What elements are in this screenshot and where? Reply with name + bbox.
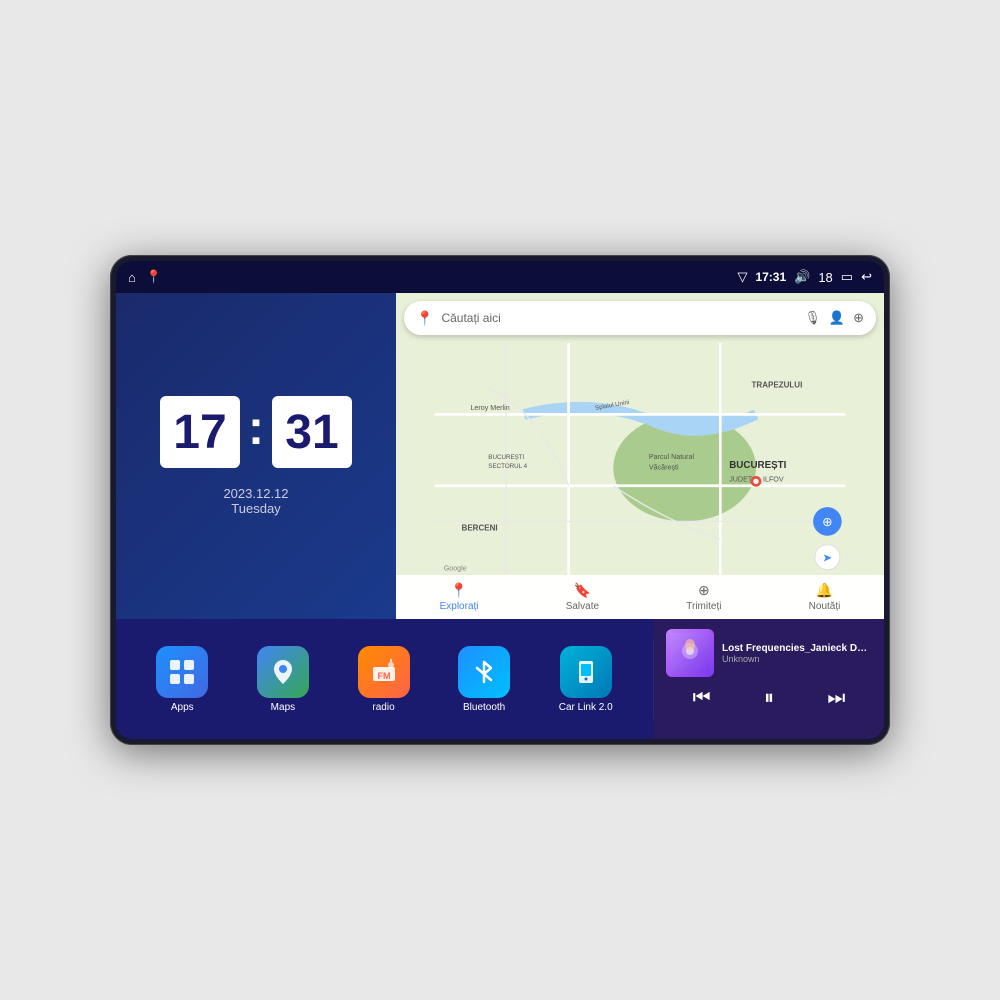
home-icon[interactable]: ⌂ (128, 270, 136, 285)
map-bottom-bar: 📍 Explorați 🔖 Salvate ⊕ Trimiteți 🔔 (396, 575, 884, 619)
svg-text:FM: FM (377, 671, 390, 681)
maps-nav-icon[interactable]: 📍 (146, 269, 162, 285)
svg-text:⊕: ⊕ (822, 515, 832, 529)
play-pause-button[interactable]: ⏸ (764, 687, 774, 710)
news-icon: 🔔 (816, 582, 833, 599)
maps-icon (257, 646, 309, 698)
music-thumbnail (666, 629, 714, 677)
clock-digits: 17 : 31 (160, 396, 352, 468)
app-icon-bluetooth[interactable]: Bluetooth (458, 646, 510, 713)
bluetooth-label: Bluetooth (463, 702, 505, 713)
status-time: 17:31 (755, 270, 786, 284)
maps-label: Maps (271, 702, 295, 713)
clock-separator: : (248, 405, 264, 453)
carlink-icon (560, 646, 612, 698)
clock-panel: 17 : 31 2023.12.12 Tuesday (116, 293, 396, 619)
device-frame: ⌂ 📍 ▽ 17:31 🔊 18 ▭ ↩ 17 : (110, 255, 890, 745)
map-svg: Parcul Natural Văcărești (396, 343, 884, 575)
carlink-label: Car Link 2.0 (559, 702, 613, 713)
saved-label: Salvate (566, 601, 599, 612)
map-content: Parcul Natural Văcărești (396, 343, 884, 575)
svg-text:BUCUREȘTI: BUCUREȘTI (729, 460, 786, 471)
mic-icon[interactable]: 🎙 (804, 310, 821, 326)
music-meta: Lost Frequencies_Janieck Devy-... Unknow… (722, 643, 872, 664)
radio-icon: FM (358, 646, 410, 698)
clock-minutes: 31 (272, 396, 352, 468)
send-icon: ⊕ (698, 582, 710, 599)
map-search-actions: 🎙 👤 ⊕ (804, 310, 864, 326)
status-left: ⌂ 📍 (128, 269, 162, 285)
signal-icon: ▽ (737, 269, 747, 285)
map-explore-btn[interactable]: 📍 Explorați (440, 582, 479, 612)
bottom-section: Apps Maps (116, 619, 884, 739)
main-content: 17 : 31 2023.12.12 Tuesday 📍 Căutați aic… (116, 293, 884, 739)
news-label: Noutăți (809, 601, 841, 612)
music-artist: Unknown (722, 654, 872, 664)
status-bar: ⌂ 📍 ▽ 17:31 🔊 18 ▭ ↩ (116, 261, 884, 293)
music-info-row: Lost Frequencies_Janieck Devy-... Unknow… (666, 629, 872, 677)
next-button[interactable]: ⏭ (827, 687, 845, 710)
map-send-btn[interactable]: ⊕ Trimiteți (686, 582, 721, 612)
svg-text:Văcărești: Văcărești (649, 464, 679, 472)
app-icon-apps[interactable]: Apps (156, 646, 208, 713)
svg-text:SECTORUL 4: SECTORUL 4 (488, 463, 527, 470)
bluetooth-icon (458, 646, 510, 698)
music-title: Lost Frequencies_Janieck Devy-... (722, 643, 872, 654)
volume-level: 18 (818, 270, 832, 285)
account-icon[interactable]: 👤 (829, 310, 845, 326)
svg-text:Leroy Merlin: Leroy Merlin (470, 404, 509, 412)
app-icon-maps[interactable]: Maps (257, 646, 309, 713)
prev-button[interactable]: ⏮ (693, 687, 711, 710)
svg-text:Google: Google (444, 565, 467, 573)
send-label: Trimiteți (686, 601, 721, 612)
status-right: ▽ 17:31 🔊 18 ▭ ↩ (737, 269, 872, 285)
volume-icon: 🔊 (794, 269, 810, 285)
svg-text:➤: ➤ (823, 552, 833, 565)
saved-icon: 🔖 (574, 582, 591, 599)
app-icon-radio[interactable]: FM radio (358, 646, 410, 713)
map-search-bar[interactable]: 📍 Căutați aici 🎙 👤 ⊕ (404, 301, 876, 335)
svg-text:TRAPEZULUI: TRAPEZULUI (752, 381, 803, 390)
more-icon[interactable]: ⊕ (853, 310, 864, 326)
svg-text:BUCUREȘTI: BUCUREȘTI (488, 454, 524, 461)
back-icon[interactable]: ↩ (861, 269, 872, 285)
music-controls: ⏮ ⏸ ⏭ (666, 683, 872, 714)
map-news-btn[interactable]: 🔔 Noutăți (809, 582, 841, 612)
svg-text:BERCENI: BERCENI (462, 523, 498, 532)
music-panel: Lost Frequencies_Janieck Devy-... Unknow… (654, 619, 884, 739)
map-pin-icon: 📍 (416, 310, 433, 327)
app-icons-panel: Apps Maps (116, 619, 653, 739)
clock-date: 2023.12.12 Tuesday (223, 486, 288, 516)
map-panel[interactable]: 📍 Căutați aici 🎙 👤 ⊕ (396, 293, 884, 619)
radio-label: radio (372, 702, 394, 713)
explore-label: Explorați (440, 601, 479, 612)
apps-icon (156, 646, 208, 698)
app-icon-carlink[interactable]: Car Link 2.0 (559, 646, 613, 713)
clock-hours: 17 (160, 396, 240, 468)
map-search-placeholder[interactable]: Căutați aici (441, 311, 796, 325)
battery-icon: ▭ (841, 269, 853, 285)
map-saved-btn[interactable]: 🔖 Salvate (566, 582, 599, 612)
explore-icon: 📍 (450, 582, 467, 599)
svg-text:Parcul Natural: Parcul Natural (649, 453, 695, 461)
apps-label: Apps (171, 702, 194, 713)
screen: ⌂ 📍 ▽ 17:31 🔊 18 ▭ ↩ 17 : (116, 261, 884, 739)
top-section: 17 : 31 2023.12.12 Tuesday 📍 Căutați aic… (116, 293, 884, 619)
